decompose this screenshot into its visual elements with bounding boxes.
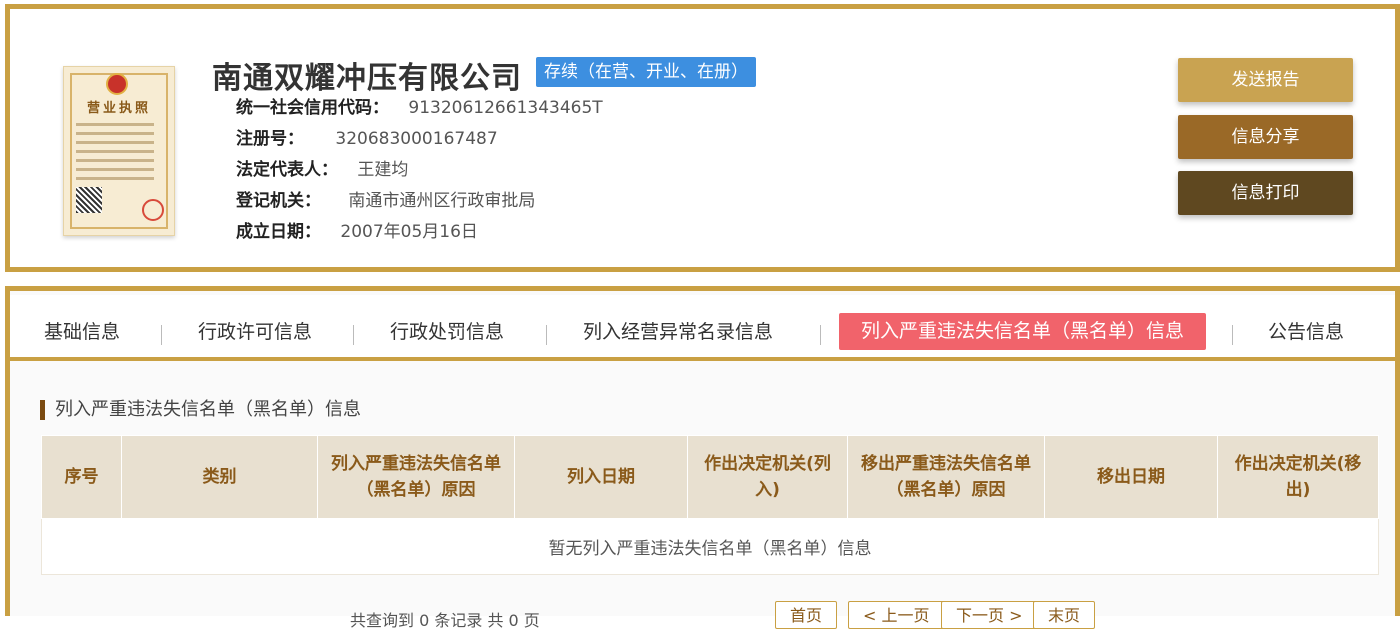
- share-info-button[interactable]: 信息分享: [1178, 115, 1353, 159]
- legal-rep-value: 王建均: [357, 160, 409, 180]
- blacklist-table: 序号 类别 列入严重违法失信名单（黑名单）原因 列入日期 作出决定机关(列入) …: [41, 435, 1379, 575]
- tab-announcements[interactable]: 公告信息: [1268, 314, 1344, 350]
- registration-authority-label: 登记机关：: [236, 191, 321, 211]
- established-date-label: 成立日期：: [236, 222, 321, 242]
- national-emblem-icon: [106, 73, 128, 95]
- tab-separator: [820, 325, 821, 345]
- empty-message: 暂无列入严重违法失信名单（黑名单）信息: [41, 518, 1379, 575]
- tab-separator: [1232, 325, 1233, 345]
- tab-basic-info[interactable]: 基础信息: [44, 314, 120, 350]
- last-page-button[interactable]: 末页: [1033, 601, 1096, 629]
- credit-code-label: 统一社会信用代码：: [236, 98, 389, 118]
- established-date-row: 成立日期： 2007年05月16日: [236, 219, 478, 245]
- qr-code-icon: [76, 187, 102, 213]
- tab-admin-penalty[interactable]: 行政处罚信息: [390, 314, 504, 350]
- prev-page-button[interactable]: < 上一页: [848, 601, 945, 629]
- tab-admin-license[interactable]: 行政许可信息: [198, 314, 312, 350]
- column-header: 列入日期: [514, 435, 688, 519]
- next-page-button[interactable]: 下一页 >: [941, 601, 1038, 629]
- seal-stamp-icon: [142, 199, 164, 221]
- first-page-button[interactable]: 首页: [775, 601, 838, 629]
- tab-separator: [161, 325, 162, 345]
- legal-rep-label: 法定代表人：: [236, 160, 338, 180]
- reg-number-row: 注册号： 320683000167487: [236, 126, 498, 152]
- company-header-panel: 营业执照 南通双耀冲压有限公司 存续（在营、开业、在册） 统一社会信用代码： 9…: [5, 4, 1400, 272]
- column-header: 移出严重违法失信名单（黑名单）原因: [847, 435, 1045, 519]
- print-info-button[interactable]: 信息打印: [1178, 171, 1353, 215]
- section-title: 列入严重违法失信名单（黑名单）信息: [40, 400, 361, 420]
- column-header: 作出决定机关(列入): [687, 435, 848, 519]
- status-badge: 存续（在营、开业、在册）: [536, 57, 756, 87]
- tab-separator: [353, 325, 354, 345]
- reg-number-label: 注册号：: [236, 129, 304, 149]
- table-header-row: 序号 类别 列入严重违法失信名单（黑名单）原因 列入日期 作出决定机关(列入) …: [41, 435, 1379, 519]
- credit-code-value: 91320612661343465T: [408, 98, 603, 118]
- column-header: 移出日期: [1044, 435, 1218, 519]
- column-header: 类别: [121, 435, 318, 519]
- business-license-image[interactable]: 营业执照: [63, 66, 175, 236]
- column-header: 作出决定机关(移出): [1217, 435, 1379, 519]
- tab-separator: [546, 325, 547, 345]
- tab-bar: 基础信息 行政许可信息 行政处罚信息 列入经营异常名录信息 列入严重违法失信名单…: [10, 295, 1395, 361]
- established-date-value: 2007年05月16日: [340, 222, 478, 242]
- reg-number-value: 320683000167487: [335, 129, 498, 149]
- license-title: 营业执照: [86, 101, 151, 116]
- credit-code-row: 统一社会信用代码： 91320612661343465T: [236, 95, 603, 121]
- registration-authority-row: 登记机关： 南通市通州区行政审批局: [236, 188, 535, 214]
- detail-panel: 基础信息 行政许可信息 行政处罚信息 列入经营异常名录信息 列入严重违法失信名单…: [5, 286, 1400, 630]
- company-name: 南通双耀冲压有限公司: [212, 61, 522, 96]
- tab-abnormal-operation[interactable]: 列入经营异常名录信息: [583, 314, 773, 350]
- column-header: 列入严重违法失信名单（黑名单）原因: [317, 435, 515, 519]
- table-row: 暂无列入严重违法失信名单（黑名单）信息: [41, 518, 1379, 575]
- registration-authority-value: 南通市通州区行政审批局: [348, 191, 536, 211]
- legal-rep-row: 法定代表人： 王建均: [236, 157, 408, 183]
- send-report-button[interactable]: 发送报告: [1178, 58, 1353, 102]
- license-text-lines: [76, 123, 154, 186]
- tab-blacklist[interactable]: 列入严重违法失信名单（黑名单）信息: [839, 313, 1207, 350]
- column-header: 序号: [41, 435, 122, 519]
